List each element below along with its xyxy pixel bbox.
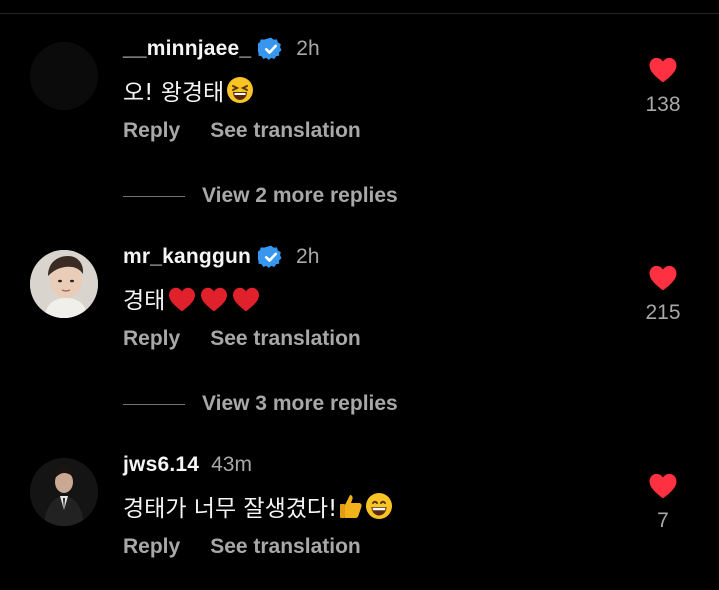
- heart-icon[interactable]: [640, 264, 686, 291]
- comment-text: 경태: [123, 281, 261, 315]
- username[interactable]: mr_kanggun: [123, 245, 251, 269]
- grinning-face-icon: [365, 492, 393, 520]
- see-translation-button[interactable]: See translation: [210, 119, 361, 143]
- like-button[interactable]: 138: [640, 56, 686, 117]
- username[interactable]: __minnjaee_: [123, 37, 251, 61]
- avatar[interactable]: [30, 42, 98, 110]
- comment-text: 경태가 너무 잘생겼다!: [123, 489, 393, 523]
- comment-text-body: 경태가 너무 잘생겼다!: [123, 496, 338, 522]
- red-heart-icon: [167, 286, 197, 312]
- comment-time: 2h: [296, 245, 320, 268]
- avatar[interactable]: [30, 458, 98, 526]
- comment: mr_kanggun 2h 경태 Reply See translation 2…: [0, 242, 719, 382]
- see-translation-button[interactable]: See translation: [210, 327, 361, 351]
- see-translation-button[interactable]: See translation: [210, 535, 361, 559]
- view-more-replies-button[interactable]: View 2 more replies: [123, 181, 398, 211]
- heart-icon[interactable]: [640, 56, 686, 83]
- like-button[interactable]: 7: [640, 472, 686, 533]
- red-heart-icon: [199, 286, 229, 312]
- heart-icon[interactable]: [640, 472, 686, 499]
- like-count: 7: [657, 509, 669, 532]
- verified-badge-icon: [258, 36, 284, 62]
- like-count: 138: [645, 93, 681, 116]
- red-heart-icon: [231, 286, 261, 312]
- reply-thread-line: [123, 403, 185, 405]
- view-more-replies-label[interactable]: View 2 more replies: [202, 184, 398, 208]
- avatar[interactable]: [30, 250, 98, 318]
- like-count: 215: [645, 301, 681, 324]
- top-divider: [0, 13, 719, 14]
- username[interactable]: jws6.14: [123, 453, 199, 477]
- comment-text-body: 경태: [123, 288, 166, 314]
- reply-button[interactable]: Reply: [123, 535, 180, 559]
- grinning-squinting-face-icon: [226, 76, 254, 104]
- comment-text-body: 오! 왕경태: [123, 80, 225, 106]
- comment: __minnjaee_ 2h 오! 왕경태 Reply See translat…: [0, 34, 719, 174]
- view-more-replies-label[interactable]: View 3 more replies: [202, 392, 398, 416]
- comment-text: 오! 왕경태: [123, 73, 254, 107]
- thumbs-up-icon: [339, 492, 363, 520]
- reply-button[interactable]: Reply: [123, 119, 180, 143]
- comment-time: 2h: [296, 37, 320, 60]
- view-more-replies-button[interactable]: View 3 more replies: [123, 389, 398, 419]
- reply-button[interactable]: Reply: [123, 327, 180, 351]
- comment-time: 43m: [211, 453, 252, 476]
- like-button[interactable]: 215: [640, 264, 686, 325]
- reply-thread-line: [123, 195, 185, 197]
- comment: jws6.14 43m 경태가 너무 잘생겼다! Reply See trans…: [0, 450, 719, 590]
- verified-badge-icon: [258, 244, 284, 270]
